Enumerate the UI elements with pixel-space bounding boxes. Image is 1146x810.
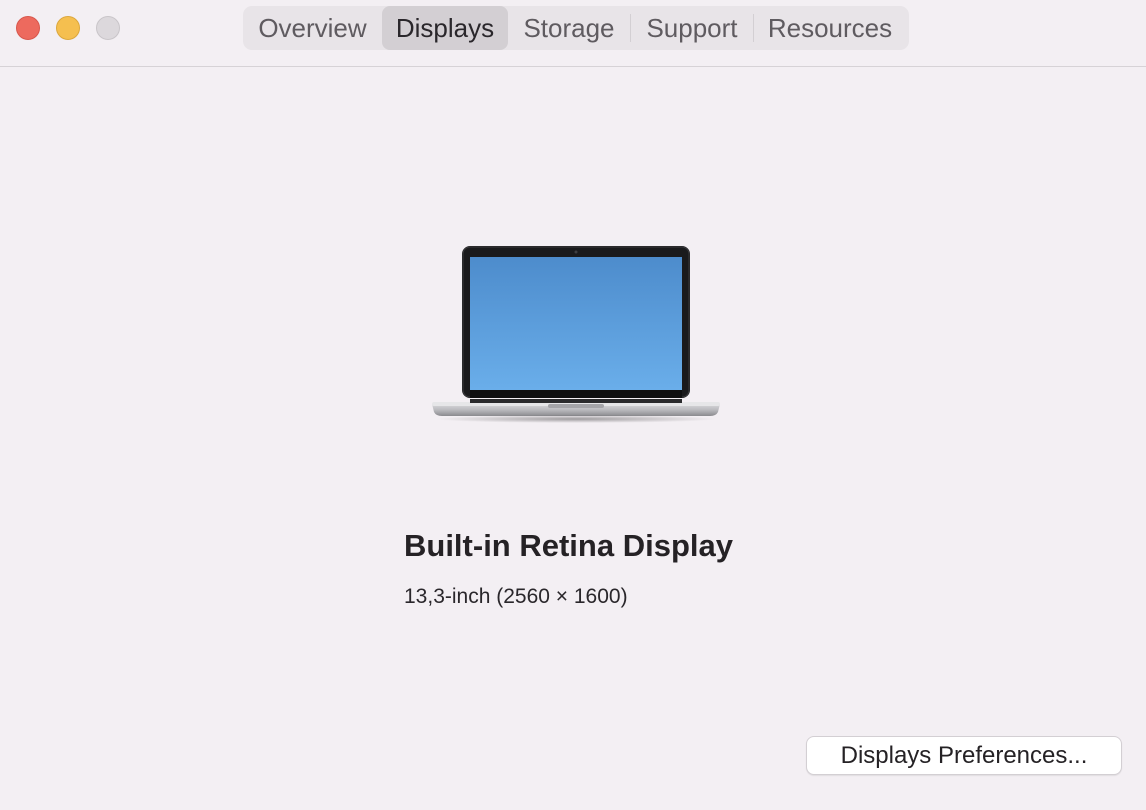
display-name: Built-in Retina Display bbox=[404, 528, 733, 563]
about-this-mac-window: Overview Displays Storage Support Resour… bbox=[0, 0, 1146, 810]
zoom-button[interactable] bbox=[96, 16, 120, 40]
tab-resources-label: Resources bbox=[767, 12, 893, 43]
tab-support[interactable]: Support bbox=[631, 6, 753, 50]
tab-bar: Overview Displays Storage Support Resour… bbox=[243, 6, 909, 50]
tab-resources[interactable]: Resources bbox=[754, 6, 906, 50]
tab-storage[interactable]: Storage bbox=[508, 6, 630, 50]
tab-displays-label: Displays bbox=[395, 12, 495, 43]
tab-displays[interactable]: Displays bbox=[382, 6, 508, 50]
macbook-pro-icon bbox=[432, 246, 720, 423]
tab-overview[interactable]: Overview bbox=[243, 6, 382, 50]
tab-support-label: Support bbox=[646, 12, 738, 43]
displays-preferences-button[interactable]: Displays Preferences... bbox=[806, 736, 1122, 775]
tab-storage-label: Storage bbox=[523, 12, 615, 43]
displays-preferences-label: Displays Preferences... bbox=[840, 741, 1088, 769]
tab-overview-label: Overview bbox=[258, 12, 367, 43]
minimize-button[interactable] bbox=[56, 16, 80, 40]
close-button[interactable] bbox=[16, 16, 40, 40]
titlebar: Overview Displays Storage Support Resour… bbox=[0, 0, 1146, 67]
display-spec: 13,3-inch (2560 × 1600) bbox=[404, 585, 628, 608]
